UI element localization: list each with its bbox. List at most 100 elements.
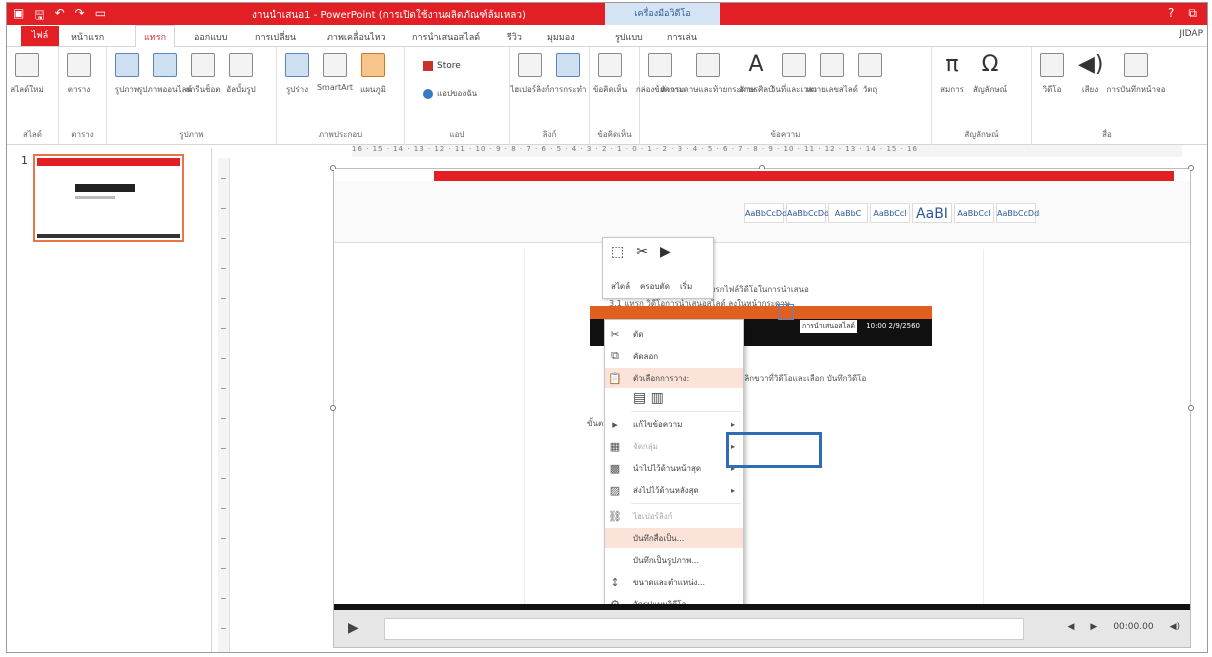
date-time-icon [782,53,806,77]
account-name[interactable]: JIDAP [1179,29,1203,39]
new-slide-button[interactable]: สไลด์ใหม่ [10,53,44,96]
pi-icon: π [945,52,959,77]
photo-album-icon [229,53,253,77]
rewind-icon[interactable]: ◀ [1067,622,1074,632]
inner-title-bar [334,169,1190,181]
video-button[interactable]: วิดีโอ [1036,53,1068,96]
slide-editing-area: AaBbCcDd AaBbCcDd AaBbC AaBbCcI AaBI AaB… [231,158,1206,652]
group-comments: ข้อคิดเห็น ข้อคิดเห็น [590,47,640,145]
tooltip: การนำเสนอสไลด์ [800,320,857,333]
style-heading1: AaBbC [828,203,868,223]
my-addins-button[interactable]: แอปของฉัน [423,87,477,100]
slide-number-button[interactable]: หมายเลขสไลด์ [806,53,858,96]
group-apps: Store แอปของฉัน แอป [405,47,510,145]
horizontal-ruler: 16 · 15 · 14 · 13 · 12 · 11 · 10 · 9 · 8… [352,145,1182,157]
tab-playback[interactable]: การเล่น [667,30,697,44]
menu-cut[interactable]: ✂ ตัด [605,324,743,344]
tab-transitions[interactable]: การเปลี่ยน [255,30,296,44]
header-footer-button[interactable]: หัวกระดาษและท้ายกระดาษ [660,53,756,96]
equation-button[interactable]: π สมการ [936,53,968,96]
tab-design[interactable]: ออกแบบ [194,30,228,44]
tab-slide-show[interactable]: การนำเสนอสไลด์ [412,30,480,44]
audio-button[interactable]: ◀) เสียง [1074,53,1106,96]
paste-options-icon: ▤ ▥ [633,390,664,406]
volume-icon[interactable]: ◀) [1170,622,1180,632]
table-button[interactable]: ตาราง [63,53,95,96]
start-icon[interactable]: ▶ [660,244,671,260]
photo-album-button[interactable]: อัลบั้มรูป [225,53,257,96]
store-button[interactable]: Store [423,61,461,71]
clock: 10:00 2/9/2560 [866,322,920,330]
tab-animations[interactable]: ภาพเคลื่อนไหว [327,30,386,44]
ribbon-insert: สไลด์ใหม่ สไลด์ ตาราง ตาราง รูปภาพ รูปภา… [7,47,1207,145]
trim-icon[interactable]: ✂ [636,244,648,260]
play-icon[interactable]: ▶ [348,620,359,636]
forward-icon[interactable]: ▶ [1090,622,1097,632]
thumb-title-bar [37,158,180,166]
online-pictures-button[interactable]: รูปภาพออนไลน์ [138,53,192,96]
video-tools-context-tab: เครื่องมือวิดีโอ [605,3,720,25]
help-button[interactable]: ? [1168,6,1174,21]
pictures-icon [115,53,139,77]
menu-edit-text[interactable]: ▸ แก้ไขข้อความ [605,414,743,434]
menu-hyperlink: ⛓ ไฮเปอร์ลิงก์ [605,506,743,526]
tab-insert[interactable]: แทรก [135,25,176,48]
redo-icon[interactable]: ↷ [75,6,85,27]
slide-thumbnail-1[interactable] [33,154,184,242]
hyperlink-button[interactable]: ไฮเปอร์ลิงก์ [510,53,550,96]
tab-view[interactable]: มุมมอง [547,30,575,44]
menu-copy[interactable]: ⧉ คัดลอก [605,346,743,366]
undo-icon[interactable]: ↶ [55,6,65,27]
paste-icon: 📋 [608,371,622,385]
shapes-button[interactable]: รูปร่าง [281,53,313,96]
style-normal: AaBbCcDd [744,203,787,223]
action-button[interactable]: การกระทำ [550,53,586,96]
screen-recording-icon [1124,53,1148,77]
tab-home[interactable]: หน้าแรก [71,30,104,44]
group-label-comments: ข้อคิดเห็น [597,130,632,139]
group-symbols: π สมการ Ω สัญลักษณ์ สัญลักษณ์ [932,47,1032,145]
menu-paste-icons[interactable]: ▤ ▥ [605,388,743,408]
smartart-button[interactable]: SmartArt [317,53,353,96]
comment-button[interactable]: ข้อคิดเห็น [593,53,627,96]
menu-send-to-back[interactable]: ▨ ส่งไปไว้ด้านหลังสุด [605,480,743,500]
group-label-symbols: สัญลักษณ์ [964,130,999,139]
tab-format[interactable]: รูปแบบ [615,30,643,44]
tab-file[interactable]: ไฟล์ [21,26,59,46]
object-button[interactable]: วัตถุ [854,53,886,96]
symbol-button[interactable]: Ω สัญลักษณ์ [973,53,1007,96]
resize-handle[interactable] [1188,405,1194,411]
group-label-tables: ตาราง [71,130,94,139]
tab-review[interactable]: รีวิว [507,30,522,44]
group-tables: ตาราง ตาราง [59,47,107,145]
addins-icon [423,88,433,99]
embedded-video[interactable]: AaBbCcDd AaBbCcDd AaBbC AaBbCcI AaBI AaB… [330,165,1194,648]
resize-handle[interactable] [330,405,336,411]
table-icon [67,53,91,77]
menu-size-position[interactable]: ↕ ขนาดและตำแหน่ง... [605,572,743,592]
wordart-button[interactable]: A อักษรศิลป์ [739,53,773,96]
screen-recording-button[interactable]: การบันทึกหน้าจอ [1106,53,1166,96]
action-icon [556,53,580,77]
doc-text-line: คลิกขวาที่วิดีโอและเลือก บันทึกวิดีโอ [739,374,867,383]
start-presentation-icon[interactable]: ▭ [95,6,106,27]
group-label-links: ลิงก์ [542,130,557,139]
screenshot-button[interactable]: สกรีนช็อต [186,53,220,96]
style-icon[interactable]: ⬚ [611,244,624,260]
powerpoint-window: ▣ 🖫 ↶ ↷ ▭ งานนำเสนอ1 - PowerPoint (การเป… [6,2,1208,653]
inner-word-ribbon: AaBbCcDd AaBbCcDd AaBbC AaBbCcI AaBI AaB… [334,181,1190,243]
menu-bring-to-front[interactable]: ▩ นำไปไว้ด้านหน้าสุด [605,458,743,478]
save-icon[interactable]: 🖫 [34,6,44,27]
ribbon-display-options-button[interactable]: ⧉ [1188,6,1197,21]
title-bar: ▣ 🖫 ↶ ↷ ▭ งานนำเสนอ1 - PowerPoint (การเป… [7,3,1207,25]
inner-red-bar [434,171,1174,181]
style-title: AaBI [912,203,952,223]
menu-save-media-as[interactable]: บันทึกสื่อเป็น... [605,528,743,548]
group-media: วิดีโอ ◀) เสียง การบันทึกหน้าจอ สื่อ [1032,47,1182,145]
seek-track[interactable] [384,618,1024,640]
bring-front-icon: ▩ [609,461,621,475]
menu-save-as-picture[interactable]: บันทึกเป็นรูปภาพ... [605,550,743,570]
group-text: กล่องข้อความ หัวกระดาษและท้ายกระดาษ A อัก… [636,47,932,145]
video-icon [1040,53,1064,77]
chart-button[interactable]: แผนภูมิ [357,53,389,96]
